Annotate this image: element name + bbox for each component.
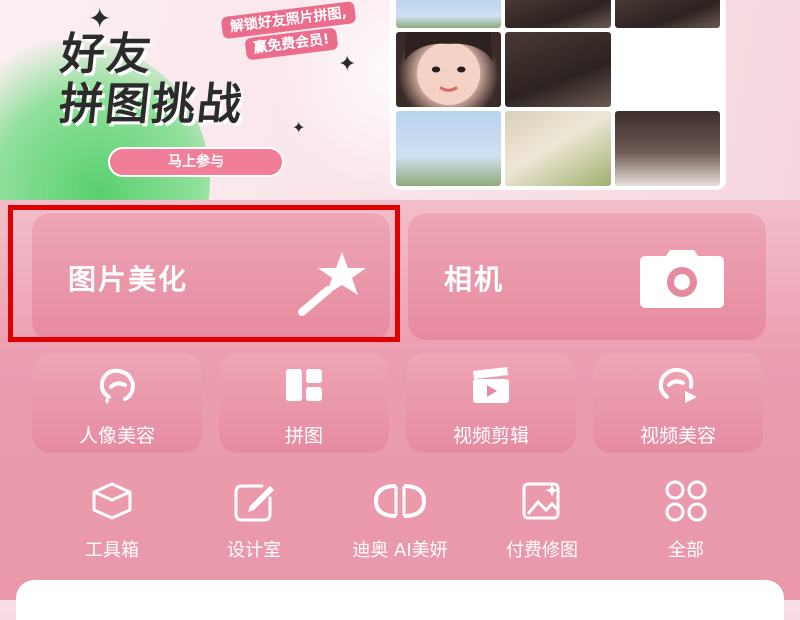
more-paid-retouch[interactable]: 付费修图 <box>472 480 612 561</box>
tool-face-retouch[interactable]: 人像美容 <box>32 353 202 453</box>
more-dior-ai[interactable]: 迪奥 AI美妍 <box>330 480 470 561</box>
more-toolbox[interactable]: 工具箱 <box>42 480 182 561</box>
more-label: 设计室 <box>227 540 281 561</box>
design-icon <box>184 480 324 522</box>
tool-video-beauty[interactable]: 视频美容 <box>593 353 763 453</box>
puzzle-tile <box>614 111 720 186</box>
puzzle-tile <box>614 0 720 28</box>
sparkle-icon: ✦ <box>338 52 357 77</box>
puzzle-tile <box>396 0 502 28</box>
more-label: 全部 <box>668 540 704 561</box>
tool-label: 人像美容 <box>78 425 155 447</box>
tool-label: 拼图 <box>284 425 323 447</box>
puzzle-tile-empty <box>614 32 720 107</box>
sparkle-icon: ✦ <box>88 2 112 35</box>
bottom-card <box>16 580 784 620</box>
promo-banner[interactable]: 好友 拼图挑战 解锁好友照片拼图, 赢免费会员! ✦ ✦ ✦ 马上参与 <box>0 0 800 200</box>
puzzle-tile <box>396 111 502 186</box>
sparkle-icon: ✦ <box>292 118 306 137</box>
all-icon <box>616 480 756 522</box>
more-label: 迪奥 AI美妍 <box>352 540 448 561</box>
more-design[interactable]: 设计室 <box>184 480 324 561</box>
puzzle-tile <box>505 0 611 28</box>
puzzle-tile <box>505 32 611 107</box>
face-retouch-icon <box>32 367 202 405</box>
video-beauty-icon <box>593 367 763 405</box>
dior-icon <box>330 480 470 522</box>
collage-icon <box>219 367 389 405</box>
join-button[interactable]: 马上参与 <box>108 147 284 177</box>
puzzle-tile <box>505 111 611 186</box>
puzzle-preview <box>390 0 726 190</box>
more-label: 工具箱 <box>85 540 139 561</box>
banner-title-line2: 拼图挑战 <box>56 79 247 130</box>
toolbox-icon <box>42 480 182 522</box>
puzzle-tile <box>396 32 502 107</box>
more-all[interactable]: 全部 <box>616 480 756 561</box>
face-illustration <box>404 32 493 106</box>
camera-icon <box>638 250 726 312</box>
selection-highlight <box>8 205 400 342</box>
camera-label: 相机 <box>444 263 505 296</box>
more-label: 付费修图 <box>506 540 578 561</box>
tool-video-edit[interactable]: 视频剪辑 <box>406 353 576 453</box>
paid-retouch-icon <box>472 480 612 522</box>
tool-label: 视频剪辑 <box>452 425 529 447</box>
tool-label: 视频美容 <box>639 425 716 447</box>
camera-button[interactable]: 相机 <box>408 212 766 340</box>
tool-collage[interactable]: 拼图 <box>219 353 389 453</box>
video-edit-icon <box>406 367 576 405</box>
